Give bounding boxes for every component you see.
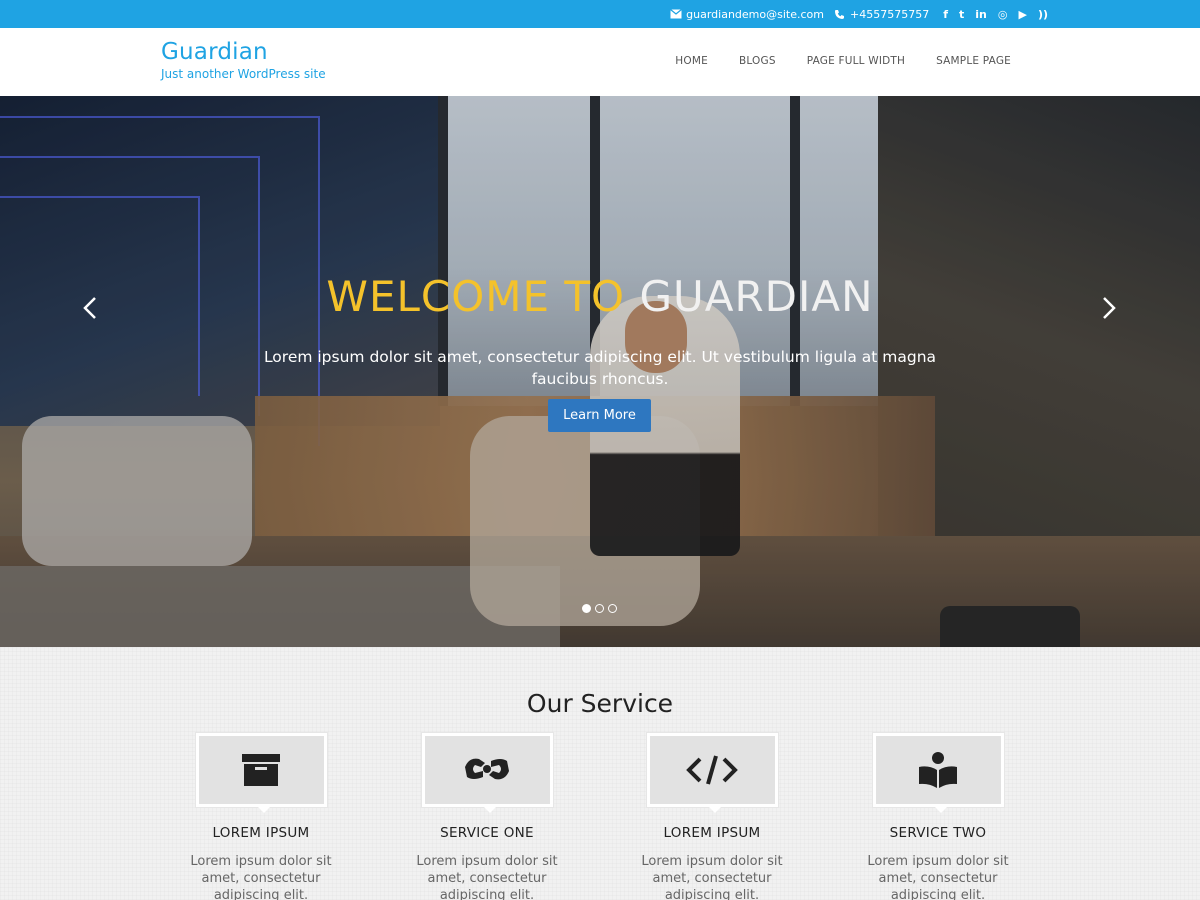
service-card[interactable]: SERVICE ONE Lorem ipsum dolor sit amet, …: [397, 733, 577, 900]
twitter-icon[interactable]: t: [959, 8, 964, 21]
service-title: LOREM IPSUM: [663, 825, 761, 841]
youtube-icon[interactable]: ▶: [1018, 8, 1026, 21]
slider-dot[interactable]: [608, 604, 617, 613]
slider-prev-arrow[interactable]: [79, 294, 101, 322]
nav-item-page-full-width[interactable]: PAGE FULL WIDTH: [807, 55, 905, 67]
hero-title: WELCOME TO GUARDIAN: [0, 272, 1200, 321]
service-title: LOREM IPSUM: [212, 825, 310, 841]
envelope-icon: [670, 8, 683, 20]
services-heading: Our Service: [526, 689, 674, 718]
service-icon-box: [872, 733, 1004, 813]
slider-pagination: [582, 604, 617, 613]
social-links: f t in ◎ ▶ )): [943, 8, 1048, 21]
code-icon: [686, 755, 738, 785]
nav-item-home[interactable]: HOME: [675, 55, 708, 67]
hero-title-rest: GUARDIAN: [625, 272, 874, 321]
top-bar: guardiandemo@site.com +4557575757 f t in…: [0, 0, 1200, 28]
service-icon-box: [195, 733, 327, 813]
hero-text: Lorem ipsum dolor sit amet, consectetur …: [263, 348, 937, 388]
reader-icon: [919, 752, 957, 788]
instagram-icon[interactable]: ◎: [998, 8, 1008, 21]
site-title[interactable]: Guardian: [161, 39, 326, 65]
facebook-icon[interactable]: f: [943, 8, 948, 21]
hero-title-highlight: WELCOME TO: [326, 272, 626, 321]
nav-item-blogs[interactable]: BLOGS: [739, 55, 776, 67]
linkedin-icon[interactable]: in: [975, 8, 987, 21]
service-icon-box: [421, 733, 553, 813]
slider-dot[interactable]: [595, 604, 604, 613]
rss-icon[interactable]: )): [1038, 8, 1048, 21]
phone-text[interactable]: +4557575757: [850, 8, 929, 21]
email-text[interactable]: guardiandemo@site.com: [686, 8, 824, 21]
chevron-right-icon: [1103, 297, 1116, 319]
service-title: SERVICE TWO: [889, 825, 987, 841]
learn-more-button[interactable]: Learn More: [548, 399, 651, 432]
site-description: Just another WordPress site: [161, 67, 326, 81]
site-header: Guardian Just another WordPress site HOM…: [0, 28, 1200, 96]
top-bar-contact: guardiandemo@site.com +4557575757 f t in…: [670, 0, 1048, 28]
chevron-left-icon: [83, 297, 96, 319]
slider-next-arrow[interactable]: [1098, 294, 1120, 322]
service-icon-box: [646, 733, 778, 813]
service-card[interactable]: SERVICE TWO Lorem ipsum dolor sit amet, …: [848, 733, 1028, 900]
phone-icon: [834, 8, 846, 20]
service-card[interactable]: LOREM IPSUM Lorem ipsum dolor sit amet, …: [622, 733, 802, 900]
service-title: SERVICE ONE: [440, 825, 534, 841]
service-card[interactable]: LOREM IPSUM Lorem ipsum dolor sit amet, …: [171, 733, 351, 900]
main-navigation: HOME BLOGS PAGE FULL WIDTH SAMPLE PAGE: [675, 55, 1011, 67]
archive-icon: [242, 754, 280, 786]
service-text: Lorem ipsum dolor sit amet, consectetur …: [867, 854, 1009, 900]
nav-item-sample-page[interactable]: SAMPLE PAGE: [936, 55, 1011, 67]
service-text: Lorem ipsum dolor sit amet, consectetur …: [190, 854, 332, 900]
sign-language-icon: [465, 758, 509, 780]
hero-slider: WELCOME TO GUARDIAN Lorem ipsum dolor si…: [0, 96, 1200, 647]
services-section: Our Service LOREM IPSUM Lorem ipsum dolo…: [0, 647, 1200, 900]
service-text: Lorem ipsum dolor sit amet, consectetur …: [416, 854, 558, 900]
phone-contact[interactable]: +4557575757: [834, 8, 929, 21]
service-text: Lorem ipsum dolor sit amet, consectetur …: [641, 854, 783, 900]
site-branding[interactable]: Guardian Just another WordPress site: [161, 39, 326, 81]
slider-dot[interactable]: [582, 604, 591, 613]
email-contact[interactable]: guardiandemo@site.com: [670, 8, 824, 21]
